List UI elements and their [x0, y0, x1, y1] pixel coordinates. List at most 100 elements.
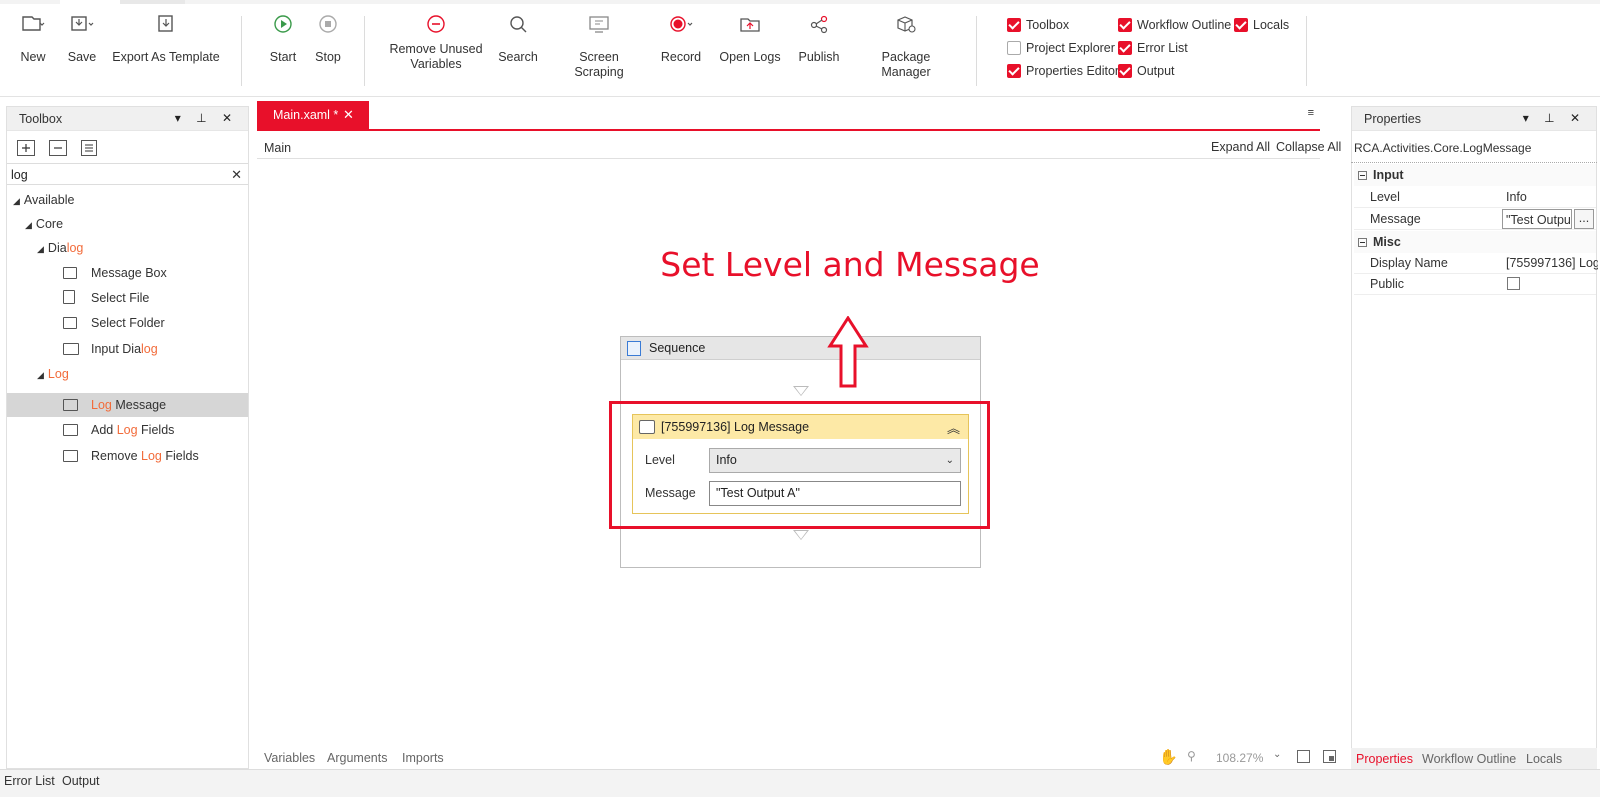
annotation-arrow-icon — [827, 316, 869, 388]
zoom-dropdown-chevron-icon[interactable]: ⌄ — [1273, 749, 1281, 760]
ribbon-separator — [1306, 16, 1307, 86]
tab-overflow-icon[interactable]: ≡ — [1308, 107, 1314, 119]
ribbon-separator — [976, 16, 977, 86]
property-category-misc[interactable]: Misc — [1354, 231, 1596, 253]
export-as-template-button[interactable]: Export As Template — [112, 14, 220, 74]
sequence-header[interactable]: Sequence — [621, 337, 980, 360]
toolbox-search-input[interactable]: log ✕ — [7, 163, 248, 185]
checkbox-checked-icon — [1007, 64, 1021, 78]
tab-properties[interactable]: Properties — [1356, 752, 1413, 766]
checkbox-checked-icon — [1118, 64, 1132, 78]
tree-node-dialog[interactable]: ◢ Dialog — [37, 237, 83, 259]
collapse-square-icon — [1358, 171, 1367, 180]
expanded-triangle-icon: ◢ — [37, 244, 44, 254]
checkbox-toolbox[interactable]: Toolbox — [1007, 16, 1069, 34]
toolbox-header: Toolbox ▾ ⊥ ✕ — [7, 107, 248, 131]
expand-all-link[interactable]: Expand All — [1211, 140, 1270, 154]
property-message-input[interactable]: "Test Outpu — [1502, 209, 1572, 229]
play-icon — [264, 14, 302, 38]
public-checkbox[interactable] — [1507, 277, 1520, 290]
checkbox-properties-editor[interactable]: Properties Editor — [1007, 62, 1119, 80]
expanded-triangle-icon: ◢ — [13, 196, 20, 206]
message-box-icon — [63, 267, 77, 279]
tree-item-add-log-fields[interactable]: Add Log Fields — [63, 419, 174, 441]
drop-target-triangle-icon[interactable] — [793, 386, 809, 396]
checkbox-checked-icon — [1234, 18, 1248, 32]
tab-locals[interactable]: Locals — [1526, 752, 1562, 766]
new-button[interactable]: New — [14, 14, 52, 74]
remove-unused-variables-button[interactable]: Remove Unused Variables — [386, 14, 486, 74]
search-button[interactable]: Search — [496, 14, 540, 74]
package-icon — [856, 14, 956, 38]
record-icon — [660, 14, 702, 38]
properties-type-name: RCA.Activities.Core.LogMessage — [1354, 141, 1532, 155]
tree-item-input-dialog[interactable]: Input Dialog — [63, 338, 158, 360]
tree-node-core[interactable]: ◢ Core — [25, 213, 63, 235]
collapse-tree-button[interactable] — [49, 140, 67, 156]
tree-item-remove-log-fields[interactable]: Remove Log Fields — [63, 445, 199, 467]
tab-arguments[interactable]: Arguments — [327, 751, 387, 765]
tree-item-message-box[interactable]: Message Box — [63, 262, 167, 284]
screen-scraping-button[interactable]: Screen Scraping — [554, 14, 644, 79]
ribbon-toolbar: New Save Export As Template Start Stop R… — [0, 0, 1600, 97]
tree-node-available[interactable]: ◢ Available — [13, 189, 74, 211]
collapse-all-link[interactable]: Collapse All — [1276, 140, 1341, 154]
hand-pan-icon[interactable]: ✋ — [1159, 748, 1178, 766]
fit-to-screen-icon[interactable] — [1297, 750, 1310, 763]
new-file-icon — [14, 14, 52, 38]
list-icon — [85, 144, 93, 152]
panel-window-controls[interactable]: ▾ ⊥ ✕ — [175, 111, 238, 125]
overview-icon[interactable] — [1323, 750, 1336, 763]
save-button[interactable]: Save — [64, 14, 100, 74]
list-view-button[interactable] — [81, 140, 97, 156]
property-row-level[interactable]: Level Info — [1354, 186, 1596, 208]
panel-window-controls[interactable]: ▾ ⊥ ✕ — [1523, 111, 1586, 125]
save-icon — [64, 14, 100, 38]
expand-tree-button[interactable] — [17, 140, 35, 156]
select-folder-icon — [63, 317, 77, 329]
tab-error-list[interactable]: Error List — [4, 774, 55, 788]
property-category-input[interactable]: Input — [1354, 164, 1596, 186]
checkbox-workflow-outline[interactable]: Workflow Outline — [1118, 16, 1231, 34]
expanded-triangle-icon: ◢ — [37, 370, 44, 380]
stop-button[interactable]: Stop — [310, 14, 346, 74]
tree-item-log-message[interactable]: Log Message — [63, 394, 166, 416]
drop-target-triangle-icon[interactable] — [793, 530, 809, 540]
clear-search-icon[interactable]: ✕ — [231, 167, 242, 183]
window-top-strip — [0, 0, 1600, 4]
open-logs-button[interactable]: Open Logs — [718, 14, 782, 74]
property-row-public[interactable]: Public — [1354, 273, 1596, 295]
tree-item-select-file[interactable]: Select File — [63, 287, 149, 309]
record-button[interactable]: Record — [660, 14, 702, 74]
annotation-text: Set Level and Message — [660, 245, 1040, 284]
publish-button[interactable]: Publish — [795, 14, 843, 74]
properties-header: Properties ▾ ⊥ ✕ — [1352, 107, 1596, 131]
expand-icon — [22, 144, 30, 152]
search-icon — [496, 14, 540, 38]
checkbox-error-list[interactable]: Error List — [1118, 39, 1188, 57]
tab-main-xaml[interactable]: Main.xaml * ✕ — [257, 101, 369, 129]
open-expression-editor-button[interactable]: ... — [1574, 209, 1594, 229]
package-manager-button[interactable]: Package Manager — [856, 14, 956, 79]
tab-output[interactable]: Output — [62, 774, 100, 788]
sequence-icon — [627, 341, 641, 356]
property-row-display-name[interactable]: Display Name [755997136] Log — [1354, 252, 1598, 274]
breadcrumb[interactable]: Main — [264, 141, 291, 155]
toolbox-panel: Toolbox ▾ ⊥ ✕ log ✕ ◢ Available ◢ Core ◢ Di… — [6, 106, 249, 769]
tab-variables[interactable]: Variables — [264, 751, 315, 765]
checkbox-locals[interactable]: Locals — [1234, 16, 1289, 34]
tree-node-log[interactable]: ◢ Log — [37, 363, 69, 385]
start-button[interactable]: Start — [264, 14, 302, 74]
checkbox-output[interactable]: Output — [1118, 62, 1175, 80]
tree-item-select-folder[interactable]: Select Folder — [63, 312, 165, 334]
tab-workflow-outline[interactable]: Workflow Outline — [1422, 752, 1516, 766]
property-row-message[interactable]: Message "Test Outpu ... — [1354, 208, 1596, 230]
zoom-level[interactable]: 108.27% — [1216, 751, 1263, 765]
stop-icon — [310, 14, 346, 38]
zoom-magnifier-icon[interactable]: ⚲ — [1187, 749, 1196, 763]
close-tab-icon[interactable]: ✕ — [343, 101, 354, 129]
checkbox-project-explorer[interactable]: Project Explorer — [1007, 39, 1115, 57]
screen-scraping-icon — [554, 14, 644, 38]
tab-imports[interactable]: Imports — [402, 751, 444, 765]
collapse-icon — [54, 147, 62, 149]
